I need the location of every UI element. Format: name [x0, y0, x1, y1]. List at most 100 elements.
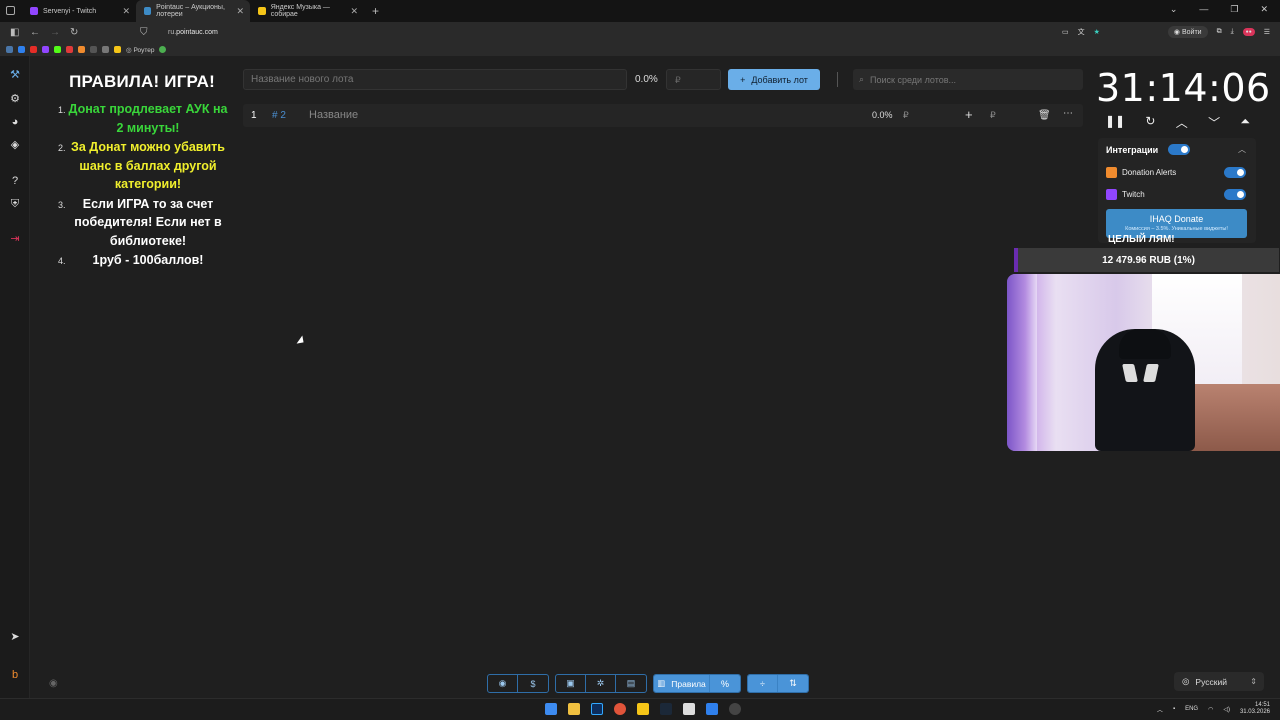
- menu-icon[interactable]: ☰: [1264, 28, 1270, 36]
- music-icon[interactable]: [637, 703, 649, 715]
- chevron-up-icon[interactable]: ︿: [1176, 114, 1188, 131]
- tab-menu-icon[interactable]: [6, 6, 15, 15]
- lot-name-input[interactable]: Название: [309, 109, 358, 121]
- tab-list-chevron-icon[interactable]: ⌄: [1170, 4, 1178, 15]
- integrations-toggle[interactable]: [1168, 144, 1190, 155]
- obs-icon[interactable]: [729, 703, 741, 715]
- reset-icon[interactable]: ↻: [1145, 114, 1155, 131]
- close-tab-icon[interactable]: ✕: [350, 6, 358, 17]
- add-lot-label: Добавить лот: [751, 74, 808, 85]
- new-lot-amount-input[interactable]: ₽: [666, 69, 721, 90]
- bookmark-icon[interactable]: [159, 46, 167, 53]
- volume-icon[interactable]: ◁): [1223, 706, 1230, 713]
- double-chevron-up-icon[interactable]: ⏶: [1240, 114, 1250, 131]
- logout-icon[interactable]: ⇥: [8, 232, 22, 246]
- layers-icon[interactable]: ◈: [8, 138, 22, 152]
- twitch-toggle[interactable]: [1224, 189, 1246, 200]
- youtube-bookmark-icon[interactable]: [30, 46, 37, 53]
- bookmark-icon[interactable]: [90, 46, 97, 53]
- yandex-music-favicon-icon: [258, 7, 266, 15]
- bookmark-icon[interactable]: [102, 46, 109, 53]
- sidebar-toggle-icon[interactable]: ◧: [10, 27, 20, 38]
- language-select[interactable]: ◎ Русский ⇕: [1174, 672, 1264, 691]
- bug-icon[interactable]: ✲: [586, 675, 616, 692]
- reload-icon[interactable]: ↻: [70, 27, 80, 38]
- timer-controls: ❚❚ ↻ ︿ ﹀ ⏶: [1105, 114, 1250, 131]
- tab-title: Pointauc – Аукционы, лотереи: [156, 4, 225, 18]
- extensions-icon[interactable]: ⧉: [1217, 28, 1222, 36]
- wheel-icon[interactable]: ◕: [8, 115, 22, 129]
- add-lot-button[interactable]: + Добавить лот: [728, 69, 820, 90]
- clock[interactable]: 14:51 31.03.2026: [1240, 702, 1270, 716]
- start-icon[interactable]: [545, 703, 557, 715]
- minimize-icon[interactable]: —: [1199, 4, 1208, 15]
- back-icon[interactable]: ←: [30, 27, 40, 38]
- lot-search-input[interactable]: ⌕ Поиск среди лотов...: [853, 69, 1083, 90]
- keyboard-language[interactable]: ENG: [1185, 706, 1198, 712]
- history-icon[interactable]: ▤: [616, 675, 646, 692]
- tab-pointauc[interactable]: Pointauc – Аукционы, лотереи ✕: [136, 0, 250, 22]
- tray-app-icon[interactable]: ▪: [1173, 706, 1175, 712]
- login-button[interactable]: ◉ Войти: [1167, 26, 1208, 38]
- twitch-bookmark-icon[interactable]: [42, 46, 49, 53]
- donate-dollar-icon[interactable]: $: [518, 675, 548, 692]
- close-tab-icon[interactable]: ✕: [122, 6, 130, 17]
- rules-button[interactable]: ▥ Правила: [654, 675, 710, 692]
- donationalerts-bookmark-icon[interactable]: [78, 46, 85, 53]
- maximize-icon[interactable]: ❐: [1230, 4, 1238, 15]
- auction-hammer-icon[interactable]: ⚒: [8, 68, 22, 82]
- new-lot-name-input[interactable]: [243, 69, 627, 90]
- goal-progress-bar: 12 479.96 RUB (1%): [1014, 248, 1279, 272]
- tab-twitch[interactable]: Servenyi - Twitch ✕: [22, 0, 136, 22]
- wifi-icon[interactable]: ◠: [1208, 706, 1213, 713]
- vk-bookmark-icon[interactable]: [6, 46, 13, 53]
- divide-icon[interactable]: ÷: [748, 675, 778, 692]
- tab-yandex-music[interactable]: Яндекс Музыка — собирае ✕: [250, 0, 364, 22]
- telegram-icon[interactable]: ➤: [8, 630, 22, 644]
- chevron-down-icon[interactable]: ﹀: [1208, 114, 1220, 131]
- sort-icon[interactable]: ⇅: [778, 675, 808, 692]
- browser-icon[interactable]: [614, 703, 626, 715]
- kick-bookmark-icon[interactable]: [54, 46, 61, 53]
- profile-avatar[interactable]: ●●: [1242, 28, 1255, 36]
- delete-icon[interactable]: 🗑: [1038, 110, 1051, 121]
- close-window-icon[interactable]: ✕: [1260, 4, 1268, 15]
- bookmarks-bar: ◎ Роутер: [0, 43, 1280, 56]
- rule-number: 3.: [58, 199, 66, 210]
- bookmark-icon[interactable]: [18, 46, 25, 53]
- save-icon[interactable]: ▣: [556, 675, 586, 692]
- shield-icon[interactable]: ⛉: [140, 27, 150, 38]
- explorer-icon[interactable]: [568, 703, 580, 715]
- bookmark-icon[interactable]: [66, 46, 73, 53]
- reader-icon[interactable]: ▭: [1062, 28, 1069, 36]
- url-field[interactable]: ru.pointauc.com: [168, 29, 218, 36]
- boosty-icon[interactable]: b: [8, 668, 22, 682]
- integration-name: Twitch: [1122, 190, 1145, 199]
- new-tab-icon[interactable]: +: [372, 4, 379, 18]
- lot-amount-input[interactable]: ₽: [903, 110, 909, 121]
- help-icon[interactable]: ?: [8, 174, 22, 188]
- add-amount-icon[interactable]: +: [965, 107, 973, 122]
- lot-extra-amount-input[interactable]: ₽: [990, 110, 996, 121]
- photoshop-icon[interactable]: [591, 703, 603, 715]
- close-tab-icon[interactable]: ✕: [236, 6, 244, 17]
- eye-icon[interactable]: ◉: [49, 678, 58, 689]
- steam-icon[interactable]: [660, 703, 672, 715]
- forward-icon[interactable]: →: [50, 27, 60, 38]
- pause-icon[interactable]: ❚❚: [1105, 114, 1125, 131]
- download-icon[interactable]: ⤓: [1231, 28, 1234, 36]
- shield-check-icon[interactable]: ⛨: [8, 197, 22, 211]
- tray-chevron-icon[interactable]: ︿: [1157, 705, 1163, 714]
- more-icon[interactable]: ⋯: [1063, 108, 1073, 119]
- percent-icon[interactable]: %: [710, 675, 740, 692]
- app-icon[interactable]: [706, 703, 718, 715]
- yandex-bookmark-icon[interactable]: [114, 46, 121, 53]
- donation-alerts-toggle[interactable]: [1224, 167, 1246, 178]
- collapse-chevron-icon[interactable]: ︿: [1238, 144, 1246, 155]
- bookmark-router[interactable]: ◎ Роутер: [126, 46, 154, 54]
- settings-gear-icon[interactable]: ⚙: [8, 92, 22, 106]
- bookmark-star-icon[interactable]: ★: [1094, 28, 1100, 36]
- translate-icon[interactable]: 文: [1078, 27, 1085, 37]
- github-icon[interactable]: ◉: [488, 675, 518, 692]
- notepad-icon[interactable]: [683, 703, 695, 715]
